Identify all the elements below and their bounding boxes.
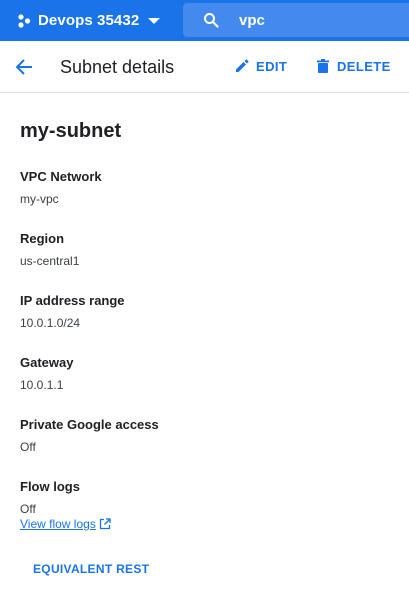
- project-selector[interactable]: Devops 35432: [16, 0, 161, 41]
- private-google-access-value: Off: [20, 440, 36, 454]
- flow-logs-value: Off: [20, 502, 36, 516]
- caret-down-icon: [148, 17, 161, 24]
- edit-button[interactable]: EDIT: [234, 58, 287, 74]
- edit-label: EDIT: [256, 58, 288, 74]
- trash-icon: [317, 59, 329, 73]
- view-flow-logs-label: View flow logs: [20, 517, 96, 531]
- search-query: vpc: [239, 11, 265, 29]
- project-name: Devops 35432: [38, 12, 140, 29]
- region-label: Region: [20, 231, 65, 246]
- page-header: Subnet details EDIT DELETE: [0, 41, 409, 93]
- ip-range-label: IP address range: [20, 293, 125, 308]
- delete-button[interactable]: DELETE: [315, 58, 391, 74]
- project-hexagon-icon: [18, 13, 31, 28]
- subnet-name-heading: my-subnet: [20, 120, 122, 142]
- pencil-icon: [236, 59, 249, 72]
- search-input[interactable]: vpc: [183, 3, 409, 37]
- gateway-value: 10.0.1.1: [20, 378, 64, 392]
- view-flow-logs-link[interactable]: View flow logs: [20, 517, 111, 531]
- vpc-network-value: my-vpc: [20, 192, 59, 206]
- open-in-new-icon: [99, 518, 111, 530]
- equivalent-rest-button[interactable]: EQUIVALENT REST: [33, 562, 149, 576]
- vpc-network-label: VPC Network: [20, 169, 102, 184]
- top-app-bar: Devops 35432 vpc: [0, 0, 409, 41]
- private-google-access-label: Private Google access: [20, 417, 159, 432]
- arrow-back-icon[interactable]: [14, 57, 34, 77]
- search-icon: [204, 13, 219, 28]
- page-title: Subnet details: [60, 57, 175, 77]
- region-value: us-central1: [20, 254, 80, 268]
- ip-range-value: 10.0.1.0/24: [20, 316, 81, 330]
- flow-logs-label: Flow logs: [20, 479, 80, 494]
- gateway-label: Gateway: [20, 355, 74, 370]
- delete-label: DELETE: [337, 58, 391, 74]
